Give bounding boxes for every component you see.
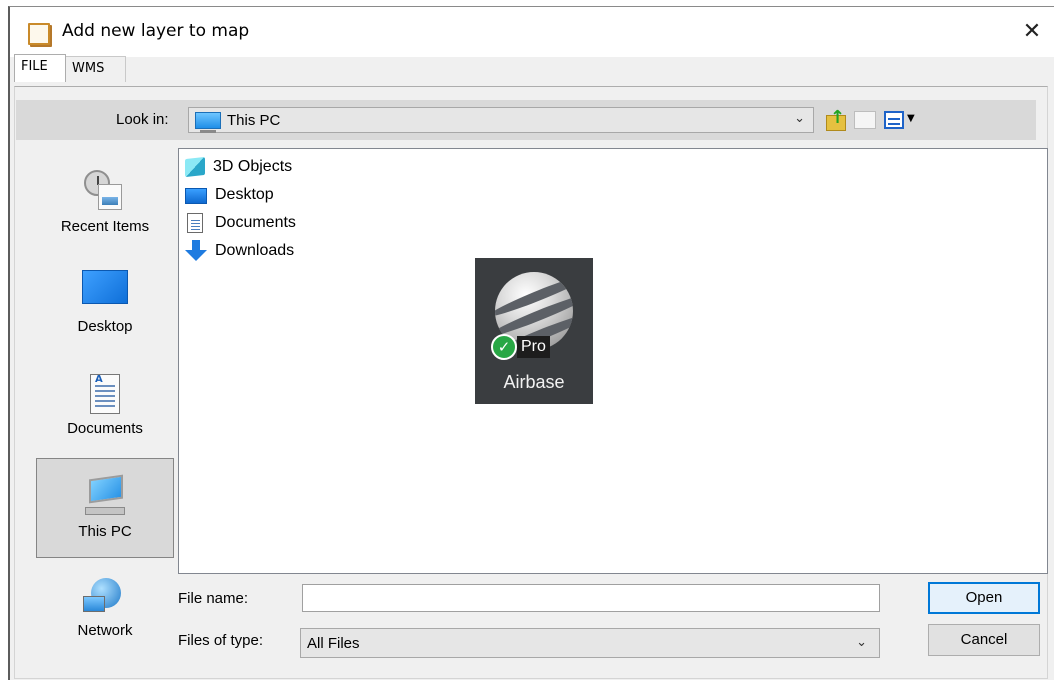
- filetype-label: Files of type:: [178, 632, 264, 649]
- tab-wms[interactable]: WMS: [66, 56, 126, 82]
- chevron-down-icon: ⌄: [794, 111, 805, 126]
- file-label: Desktop: [215, 186, 274, 203]
- view-menu-button[interactable]: ▼: [884, 109, 920, 131]
- open-button[interactable]: Open: [928, 582, 1040, 614]
- chevron-down-icon: ⌄: [856, 635, 867, 650]
- list-item[interactable]: Downloads: [185, 239, 294, 263]
- this-pc-icon: [85, 474, 125, 519]
- title-bar[interactable]: Add new layer to map ✕: [10, 7, 1054, 57]
- place-recent-items[interactable]: Recent Items: [36, 148, 174, 248]
- list-item[interactable]: Desktop: [185, 183, 274, 207]
- place-desktop[interactable]: Desktop: [36, 252, 174, 352]
- look-in-label: Look in:: [116, 111, 169, 128]
- view-menu-icon: [884, 111, 904, 129]
- 3d-objects-icon: [185, 156, 205, 178]
- place-label: Recent Items: [60, 218, 150, 235]
- app-name: Airbase: [503, 372, 565, 392]
- new-folder-icon[interactable]: [854, 111, 876, 129]
- desktop-icon: [185, 188, 207, 204]
- desktop-icon: [82, 270, 128, 304]
- file-label: Documents: [215, 214, 296, 231]
- look-in-value: This PC: [227, 112, 281, 129]
- close-button[interactable]: ✕: [1014, 15, 1050, 47]
- filename-label: File name:: [178, 590, 249, 607]
- downloads-icon: [185, 240, 207, 262]
- filename-input[interactable]: [302, 584, 880, 612]
- place-label: Documents: [67, 420, 143, 437]
- list-item[interactable]: Documents: [185, 211, 296, 235]
- places-bar: Recent Items Desktop Documents This PC N…: [36, 148, 174, 676]
- file-label: 3D Objects: [213, 158, 293, 175]
- look-in-bar: Look in: This PC ⌄ ↑ ▼: [16, 100, 1036, 140]
- place-documents[interactable]: Documents: [36, 356, 174, 456]
- place-this-pc[interactable]: This PC: [36, 458, 174, 558]
- place-label: Desktop: [77, 318, 133, 335]
- filetype-dropdown[interactable]: All Files ⌄: [300, 628, 880, 658]
- dialog-title: Add new layer to map: [62, 21, 250, 41]
- file-label: Downloads: [215, 242, 295, 259]
- up-folder-icon[interactable]: ↑: [824, 107, 846, 131]
- dropdown-arrow-icon: ▼: [907, 113, 915, 124]
- close-icon: ✕: [1022, 18, 1042, 44]
- recent-items-icon: [84, 170, 126, 210]
- cancel-button[interactable]: Cancel: [928, 624, 1040, 656]
- place-network[interactable]: Network: [36, 568, 174, 668]
- desktop-shortcut-airbase[interactable]: ✓ Pro Airbase: [475, 258, 593, 404]
- app-badge: Pro: [517, 336, 550, 358]
- look-in-dropdown[interactable]: This PC ⌄: [188, 107, 814, 133]
- layer-icon: [28, 23, 50, 45]
- filetype-value: All Files: [307, 635, 360, 652]
- tab-file[interactable]: FILE: [14, 54, 66, 82]
- network-icon: [83, 578, 127, 618]
- sync-check-icon: ✓: [491, 334, 517, 360]
- documents-icon: [90, 374, 120, 414]
- this-pc-icon: [195, 112, 221, 133]
- place-label: This PC: [78, 523, 132, 540]
- place-label: Network: [77, 622, 133, 639]
- file-list[interactable]: 3D Objects Desktop Documents Downloads: [178, 148, 1048, 574]
- list-item[interactable]: 3D Objects: [185, 155, 292, 179]
- documents-icon: [187, 213, 203, 233]
